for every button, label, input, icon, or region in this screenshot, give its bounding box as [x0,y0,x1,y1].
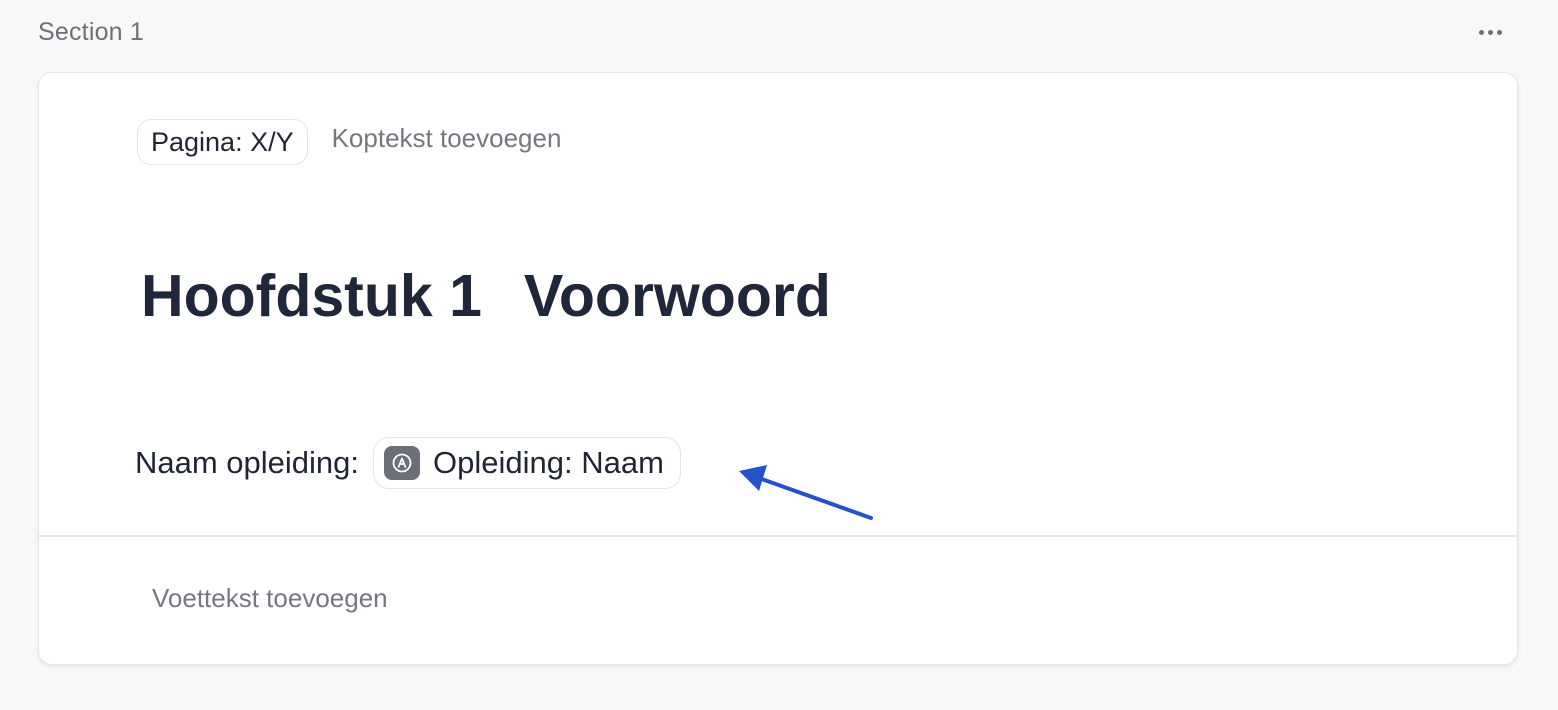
more-dot [1487,29,1493,35]
more-options-button[interactable] [1470,16,1510,48]
section-card: Pagina: X/Y Koptekst toevoegen Hoofdstuk… [38,72,1518,665]
chapter-heading[interactable]: Hoofdstuk 1 Voorwoord [141,261,831,331]
variable-a-icon [384,446,421,480]
chapter-number: Hoofdstuk 1 [141,263,482,329]
add-footer-link[interactable]: Voettekst toevoegen [152,583,388,614]
page-header-row: Pagina: X/Y Koptekst toevoegen [137,119,561,165]
variable-chip[interactable]: Opleiding: Naam [373,437,681,489]
more-horizontal-icon [1478,29,1484,35]
section-title: Section 1 [38,17,145,46]
add-header-link[interactable]: Koptekst toevoegen [332,123,562,154]
field-row: Naam opleiding: Opleiding: Naam [135,437,681,489]
variable-value: Opleiding: Naam [433,445,664,480]
page-number-chip[interactable]: Pagina: X/Y [137,119,308,165]
more-dot [1496,29,1502,35]
chapter-title: Voorwoord [523,263,831,329]
field-label: Naam opleiding: [135,445,360,480]
annotation-arrow-icon [739,465,873,520]
footer-divider [39,535,1517,537]
